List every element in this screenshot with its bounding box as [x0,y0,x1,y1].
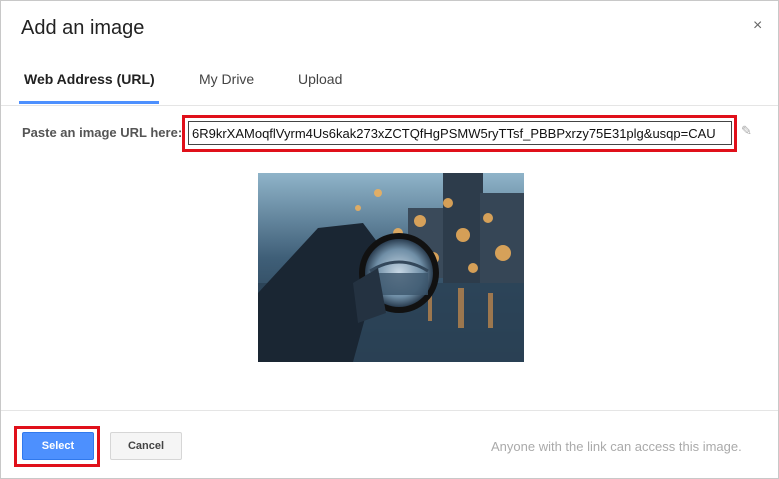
image-url-input[interactable] [188,121,732,145]
select-button[interactable]: Select [22,432,94,460]
tab-bar: Web Address (URL) My Drive Upload [1,61,778,104]
image-preview [258,173,524,362]
tab-web-address[interactable]: Web Address (URL) [24,71,155,87]
close-icon[interactable]: × [753,18,762,34]
footer-divider [1,410,778,411]
tabs-divider [1,105,778,106]
cancel-button[interactable]: Cancel [110,432,182,460]
preview-photo [258,173,524,362]
tab-my-drive[interactable]: My Drive [199,71,254,87]
url-field-label: Paste an image URL here: [22,125,183,140]
access-note: Anyone with the link can access this ima… [491,439,742,454]
pencil-icon: ✎ [741,123,752,138]
active-tab-indicator [19,101,159,104]
dialog-title: Add an image [21,17,145,39]
add-image-dialog: Add an image × Web Address (URL) My Driv… [0,0,779,479]
tab-upload[interactable]: Upload [298,71,342,87]
